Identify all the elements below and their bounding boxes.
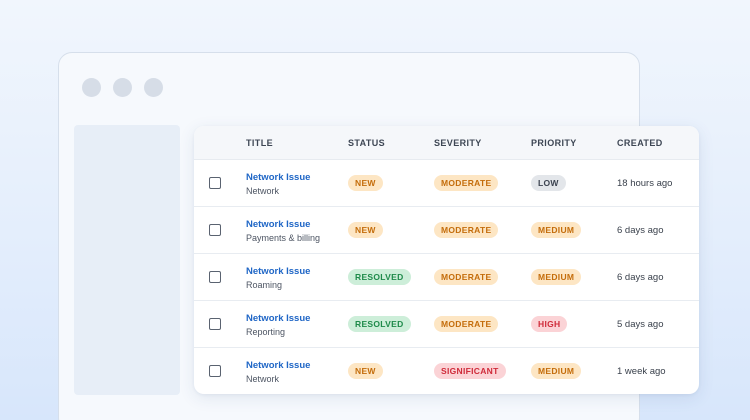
row-select-cell bbox=[194, 160, 234, 206]
window-maximize-dot[interactable] bbox=[144, 78, 163, 97]
title-cell: Network Issue Roaming bbox=[246, 266, 310, 290]
status-badge: NEW bbox=[348, 175, 383, 191]
title-cell: Network Issue Network bbox=[246, 172, 310, 196]
row-select-cell bbox=[194, 301, 234, 347]
column-header-priority[interactable]: PRIORITY bbox=[531, 138, 577, 148]
status-badge: RESOLVED bbox=[348, 269, 411, 285]
issue-category: Payments & billing bbox=[246, 233, 321, 243]
row-checkbox[interactable] bbox=[209, 177, 221, 189]
issue-title-link[interactable]: Network Issue bbox=[246, 313, 310, 324]
row-checkbox[interactable] bbox=[209, 318, 221, 330]
priority-badge: MEDIUM bbox=[531, 363, 582, 379]
severity-badge: SIGNIFICANT bbox=[434, 363, 506, 379]
title-cell: Network Issue Network bbox=[246, 360, 310, 384]
table-row[interactable]: Network Issue Network NEW SIGNIFICANT ME… bbox=[194, 348, 699, 394]
issue-title-link[interactable]: Network Issue bbox=[246, 172, 310, 183]
row-checkbox[interactable] bbox=[209, 224, 221, 236]
severity-badge: MODERATE bbox=[434, 175, 499, 191]
row-select-cell bbox=[194, 348, 234, 394]
table-header: TITLE STATUS SEVERITY PRIORITY CREATED bbox=[194, 126, 699, 160]
row-select-cell bbox=[194, 207, 234, 253]
issue-title-link[interactable]: Network Issue bbox=[246, 360, 310, 371]
table-row[interactable]: Network Issue Payments & billing NEW MOD… bbox=[194, 207, 699, 254]
status-badge: NEW bbox=[348, 363, 383, 379]
created-time: 6 days ago bbox=[617, 225, 664, 236]
title-cell: Network Issue Reporting bbox=[246, 313, 310, 337]
column-header-severity[interactable]: SEVERITY bbox=[434, 138, 482, 148]
status-badge: RESOLVED bbox=[348, 316, 411, 332]
created-time: 6 days ago bbox=[617, 272, 664, 283]
issue-title-link[interactable]: Network Issue bbox=[246, 219, 320, 230]
sidebar-placeholder bbox=[74, 125, 180, 395]
severity-badge: MODERATE bbox=[434, 222, 499, 238]
priority-badge: MEDIUM bbox=[531, 269, 582, 285]
priority-badge: MEDIUM bbox=[531, 222, 582, 238]
created-time: 1 week ago bbox=[617, 366, 666, 377]
title-cell: Network Issue Payments & billing bbox=[246, 219, 320, 243]
column-header-created[interactable]: CREATED bbox=[617, 138, 663, 148]
column-header-status[interactable]: STATUS bbox=[348, 138, 385, 148]
severity-badge: MODERATE bbox=[434, 316, 499, 332]
row-checkbox[interactable] bbox=[209, 271, 221, 283]
status-badge: NEW bbox=[348, 222, 383, 238]
issue-category: Reporting bbox=[246, 327, 286, 337]
issue-category: Roaming bbox=[246, 280, 283, 290]
created-time: 18 hours ago bbox=[617, 178, 673, 189]
row-select-cell bbox=[194, 254, 234, 300]
priority-badge: HIGH bbox=[531, 316, 568, 332]
priority-badge: LOW bbox=[531, 175, 566, 191]
window-minimize-dot[interactable] bbox=[113, 78, 132, 97]
row-checkbox[interactable] bbox=[209, 365, 221, 377]
column-header-title[interactable]: TITLE bbox=[246, 138, 273, 148]
issue-title-link[interactable]: Network Issue bbox=[246, 266, 310, 277]
issue-category: Network bbox=[246, 374, 280, 384]
window-close-dot[interactable] bbox=[82, 78, 101, 97]
severity-badge: MODERATE bbox=[434, 269, 499, 285]
table-row[interactable]: Network Issue Reporting RESOLVED MODERAT… bbox=[194, 301, 699, 348]
table-row[interactable]: Network Issue Roaming RESOLVED MODERATE … bbox=[194, 254, 699, 301]
issues-table: TITLE STATUS SEVERITY PRIORITY CREATED N… bbox=[194, 126, 699, 394]
created-time: 5 days ago bbox=[617, 319, 664, 330]
issue-category: Network bbox=[246, 186, 280, 196]
table-row[interactable]: Network Issue Network NEW MODERATE LOW 1… bbox=[194, 160, 699, 207]
